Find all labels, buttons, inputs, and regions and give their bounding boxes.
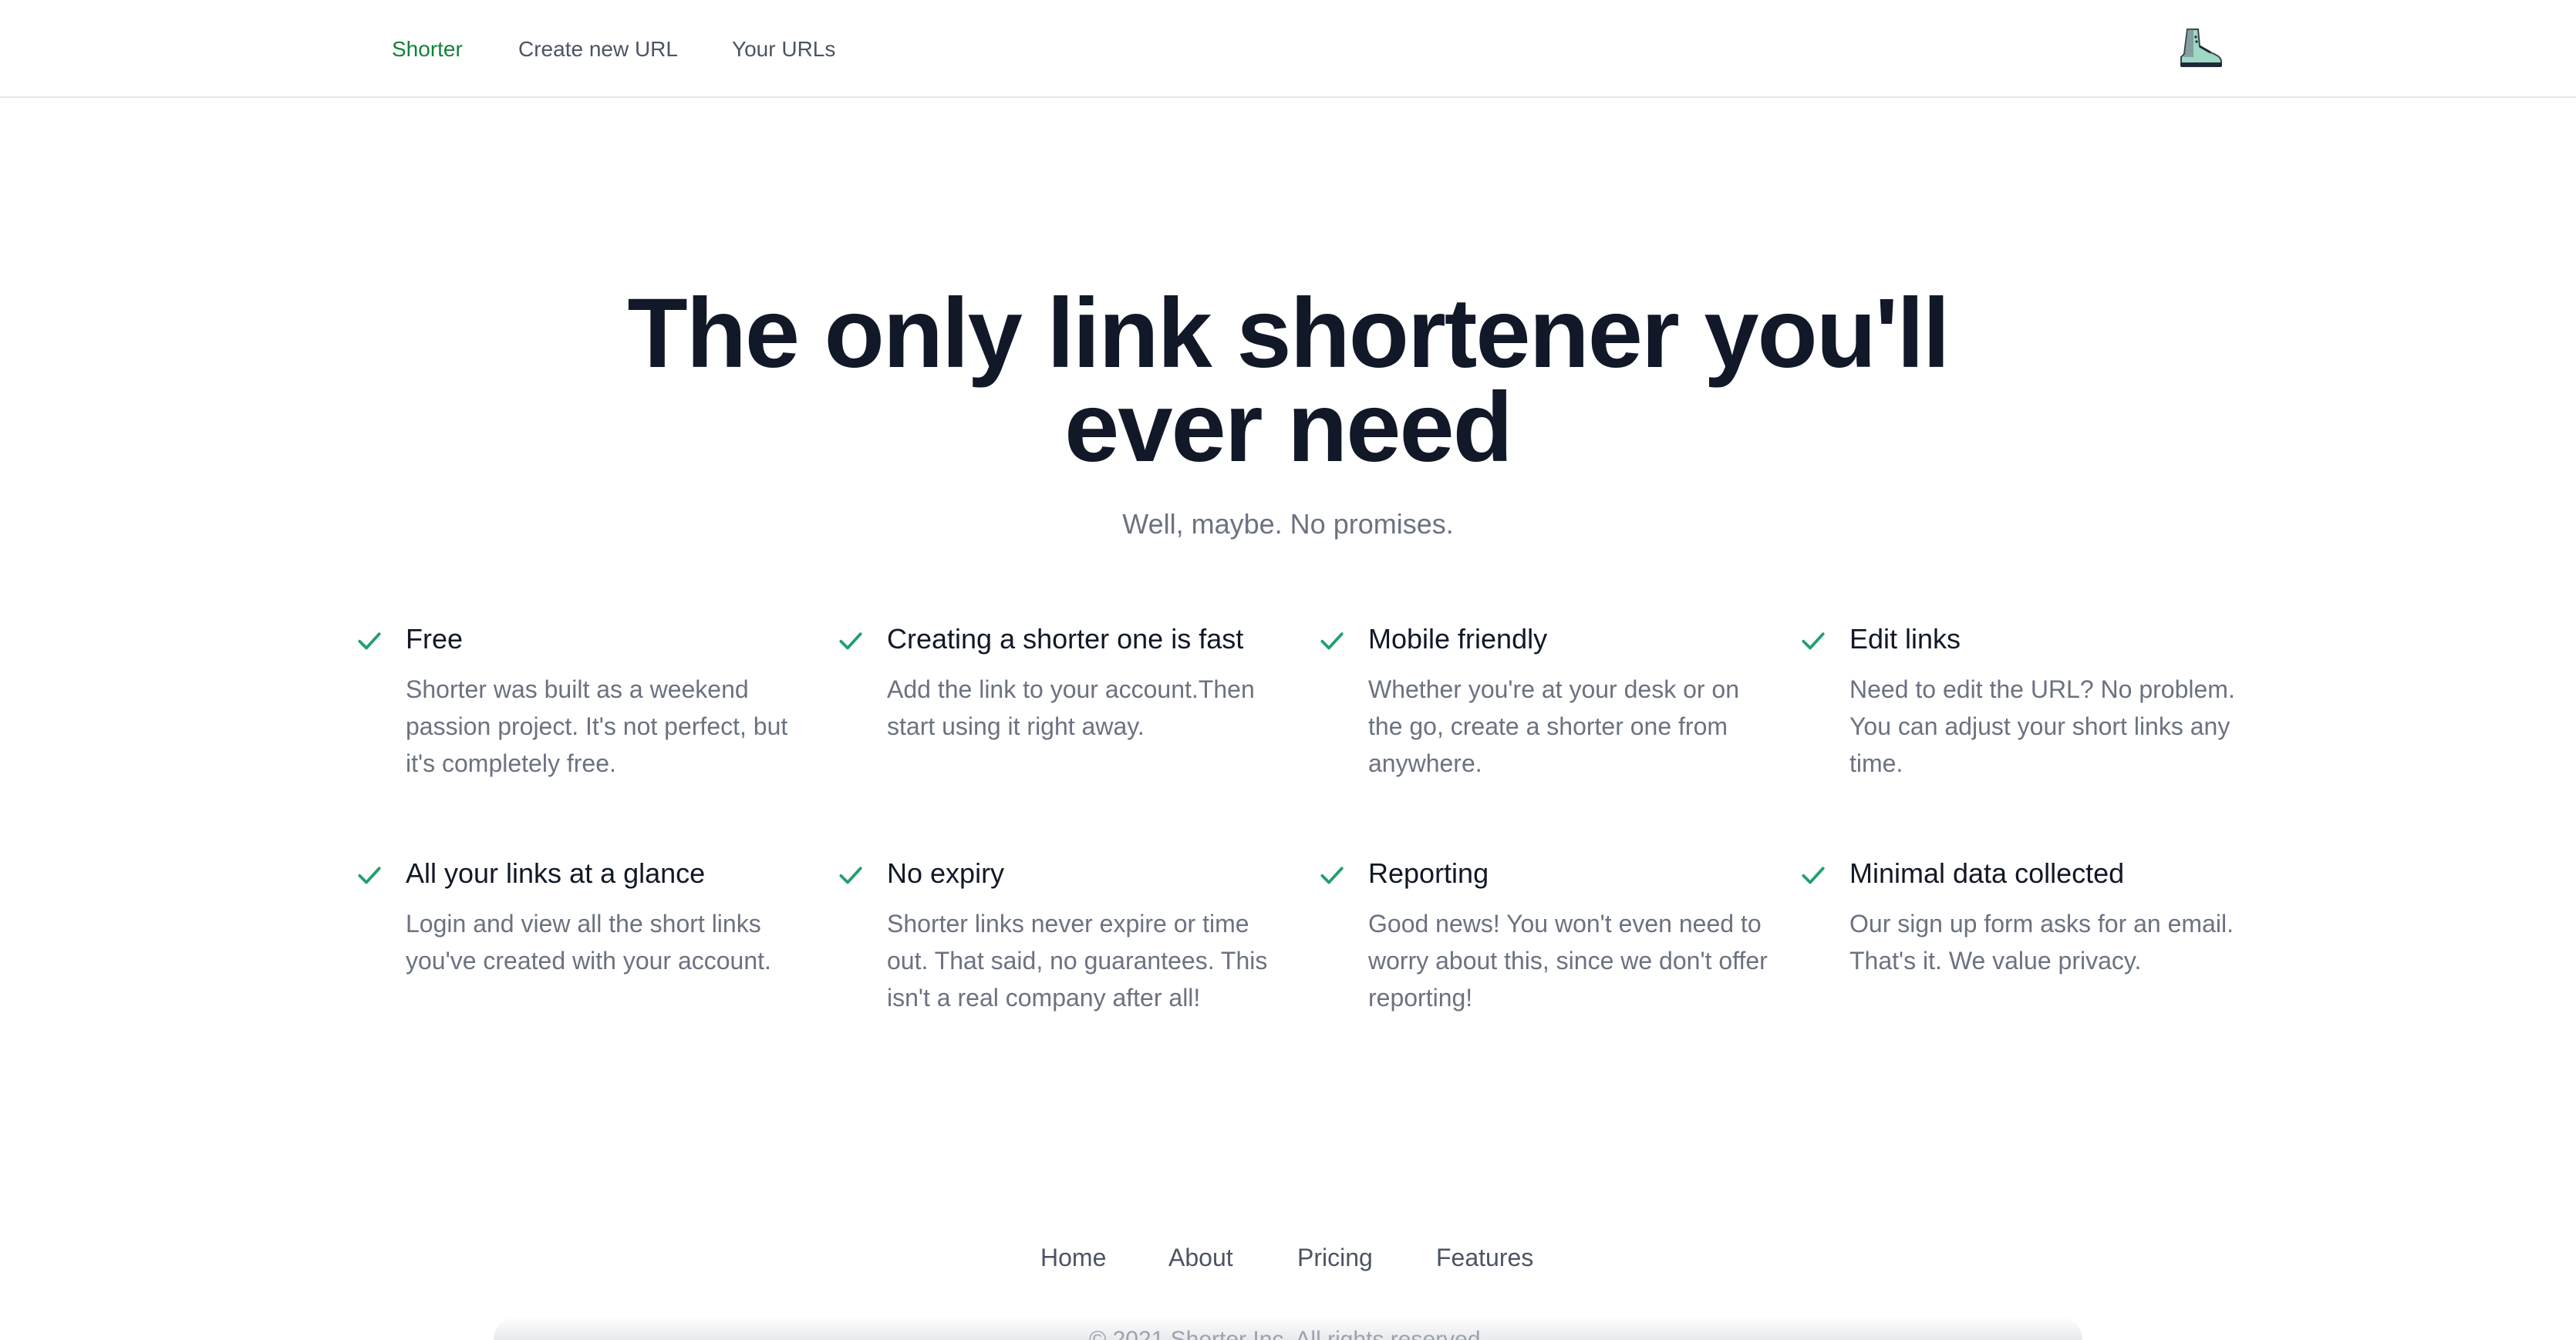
footer-copyright: © 2021 Shorter Inc. All rights reserved. <box>1089 1327 1487 1340</box>
feature-title: Free <box>406 623 464 655</box>
feature-description: Shorter links never expire or time out. … <box>887 910 1268 1012</box>
feature-description: Good news! You won't even need to worry … <box>1368 910 1768 1012</box>
feature-title: Mobile friendly <box>1368 623 1548 655</box>
check-icon <box>358 632 381 650</box>
hero-subtitle: Well, maybe. No promises. <box>1122 508 1454 540</box>
nav-your-urls-link[interactable]: Your URLs <box>732 34 835 65</box>
check-icon <box>839 867 862 884</box>
footer-link-pricing[interactable]: Pricing <box>1297 1240 1373 1275</box>
check-icon <box>1320 867 1344 884</box>
feature-description: Shorter was built as a weekend passion p… <box>406 675 788 777</box>
footer-link-features[interactable]: Features <box>1436 1240 1533 1275</box>
nav-brand-link[interactable]: Shorter <box>392 34 463 65</box>
feature-title: All your links at a glance <box>406 857 706 889</box>
check-icon <box>839 632 862 650</box>
check-icon <box>358 867 381 884</box>
footer-link-about[interactable]: About <box>1168 1240 1233 1275</box>
feature-title: Minimal data collected <box>1849 857 2125 889</box>
sneaker-avatar-icon <box>2180 29 2222 67</box>
feature-description: Login and view all the short links you'v… <box>406 910 771 975</box>
feature-description: Our sign up form asks for an email. That… <box>1849 910 2234 975</box>
feature-title: No expiry <box>887 857 1005 889</box>
feature-description: Whether you're at your desk or on the go… <box>1368 675 1740 777</box>
hero-title: The only link shortener you'll ever need <box>517 284 2059 477</box>
hero-title-line-2: ever need <box>1064 372 1513 483</box>
landing-page: Shorter Create new URL Your URLs The onl… <box>0 0 2576 1340</box>
footer-link-home[interactable]: Home <box>1040 1240 1106 1275</box>
check-icon <box>1802 632 1825 650</box>
user-avatar[interactable] <box>2176 26 2224 69</box>
feature-title: Creating a shorter one is fast <box>887 623 1244 655</box>
top-navigation: Shorter Create new URL Your URLs <box>0 0 2576 98</box>
nav-create-url-link[interactable]: Create new URL <box>518 34 678 65</box>
feature-description: Need to edit the URL? No problem. You ca… <box>1849 675 2235 777</box>
check-icon <box>1320 632 1344 650</box>
feature-title: Reporting <box>1368 857 1489 889</box>
feature-description: Add the link to your account.Then start … <box>887 675 1255 740</box>
check-icon <box>1802 867 1825 884</box>
feature-title: Edit links <box>1849 623 1961 655</box>
